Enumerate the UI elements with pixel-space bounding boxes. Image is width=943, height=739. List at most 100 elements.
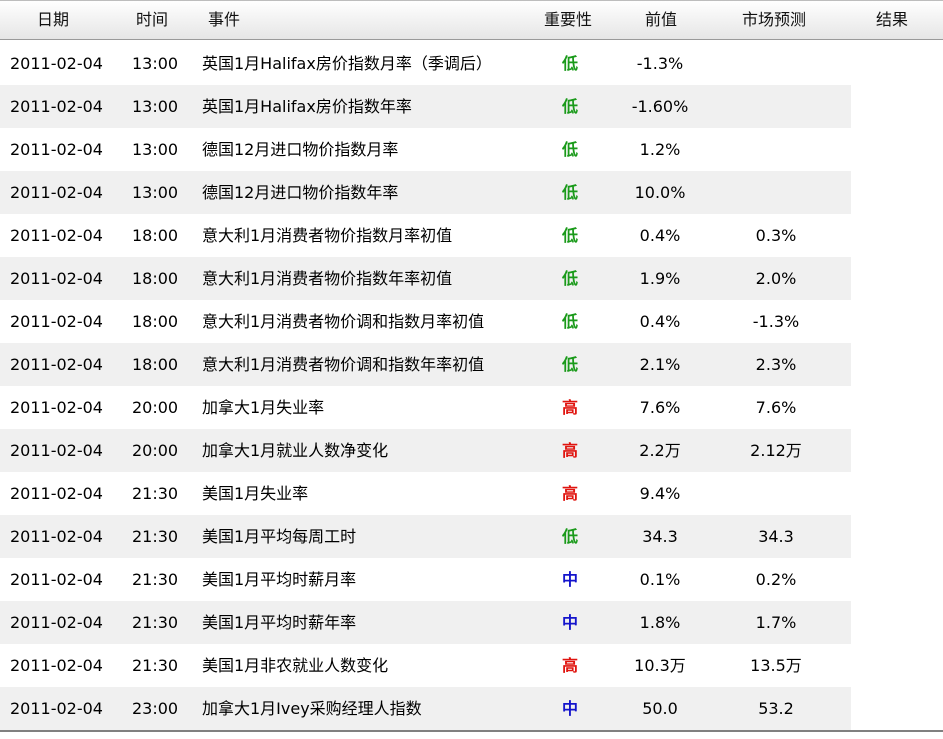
cell-forecast: 7.6% <box>755 398 797 417</box>
table-row[interactable]: 2011-02-04 21:30 美国1月平均时薪年率 中 1.8% 1.7% <box>0 601 851 644</box>
header-time[interactable]: 时间 <box>136 1 168 39</box>
cell-importance: 低 <box>561 183 578 202</box>
cell-previous: 50.0 <box>642 699 678 718</box>
table-row[interactable]: 2011-02-04 18:00 意大利1月消费者物价指数月率初值 低 0.4% 0.3% <box>0 214 851 257</box>
cell-forecast <box>726 171 826 214</box>
table-header: 日期 时间 事件 重要性 前值 市场预测 结果 <box>0 0 943 40</box>
table-row[interactable]: 2011-02-04 20:00 加拿大1月失业率 高 7.6% 7.6% <box>0 386 851 429</box>
table-row[interactable]: 2011-02-04 18:00 意大利1月消费者物价指数年率初值 低 1.9% 2.0% <box>0 257 851 300</box>
cell-forecast <box>726 472 826 515</box>
cell-date: 2011-02-04 <box>10 441 103 460</box>
cell-event: 加拿大1月失业率 <box>202 398 325 417</box>
cell-time: 18:00 <box>132 312 179 331</box>
cell-event: 美国1月平均时薪年率 <box>202 613 357 632</box>
cell-time: 13:00 <box>132 183 179 202</box>
cell-date: 2011-02-04 <box>10 183 103 202</box>
cell-time: 18:00 <box>132 269 179 288</box>
cell-importance: 中 <box>561 699 578 718</box>
cell-time: 18:00 <box>132 226 179 245</box>
cell-time: 23:00 <box>132 699 179 718</box>
cell-forecast: 2.3% <box>755 355 797 374</box>
cell-importance: 低 <box>561 140 578 159</box>
cell-previous: 7.6% <box>639 398 681 417</box>
cell-importance: 高 <box>561 656 578 675</box>
header-event[interactable]: 事件 <box>208 1 240 39</box>
cell-time: 21:30 <box>132 527 179 546</box>
cell-event: 美国1月失业率 <box>202 484 309 503</box>
cell-event: 意大利1月消费者物价调和指数年率初值 <box>202 355 485 374</box>
cell-forecast <box>726 85 826 128</box>
cell-time: 21:30 <box>132 570 179 589</box>
cell-importance: 中 <box>561 613 578 632</box>
cell-event: 英国1月Halifax房价指数年率 <box>202 97 412 116</box>
cell-previous: 2.1% <box>639 355 681 374</box>
cell-previous: 9.4% <box>639 484 681 503</box>
cell-time: 21:30 <box>132 613 179 632</box>
cell-importance: 中 <box>561 570 578 589</box>
table-row[interactable]: 2011-02-04 21:30 美国1月非农就业人数变化 高 10.3万 13.5万 <box>0 644 851 687</box>
cell-event: 德国12月进口物价指数年率 <box>202 183 399 202</box>
table-row[interactable]: 2011-02-04 21:30 美国1月平均每周工时 低 34.3 34.3 <box>0 515 851 558</box>
table-row[interactable]: 2011-02-04 23:00 加拿大1月Ivey采购经理人指数 中 50.0 53.2 <box>0 687 851 730</box>
cell-importance: 低 <box>561 355 578 374</box>
cell-previous: -1.3% <box>636 54 684 73</box>
header-result[interactable]: 结果 <box>876 1 908 39</box>
cell-importance: 高 <box>561 484 578 503</box>
cell-previous: 0.4% <box>639 312 681 331</box>
table-row[interactable]: 2011-02-04 20:00 加拿大1月就业人数净变化 高 2.2万 2.12万 <box>0 429 851 472</box>
cell-forecast: 1.7% <box>755 613 797 632</box>
cell-previous: 0.4% <box>639 226 681 245</box>
cell-event: 意大利1月消费者物价指数年率初值 <box>202 269 453 288</box>
cell-time: 13:00 <box>132 97 179 116</box>
cell-importance: 低 <box>561 527 578 546</box>
header-date[interactable]: 日期 <box>37 1 69 39</box>
cell-forecast: 13.5万 <box>750 656 802 675</box>
cell-previous: 34.3 <box>642 527 678 546</box>
cell-forecast <box>726 42 826 85</box>
cell-event: 英国1月Halifax房价指数月率（季调后） <box>202 54 492 73</box>
table-bottom-border <box>0 730 943 732</box>
cell-time: 13:00 <box>132 54 179 73</box>
header-previous[interactable]: 前值 <box>645 1 677 39</box>
table-row[interactable]: 2011-02-04 18:00 意大利1月消费者物价调和指数年率初值 低 2.1% 2.… <box>0 343 851 386</box>
table-row[interactable]: 2011-02-04 21:30 美国1月平均时薪月率 中 0.1% 0.2% <box>0 558 851 601</box>
cell-event: 美国1月非农就业人数变化 <box>202 656 389 675</box>
cell-time: 21:30 <box>132 484 179 503</box>
cell-date: 2011-02-04 <box>10 312 103 331</box>
cell-importance: 低 <box>561 97 578 116</box>
table-row[interactable]: 2011-02-04 13:00 德国12月进口物价指数年率 低 10.0% <box>0 171 851 214</box>
cell-forecast: 53.2 <box>758 699 794 718</box>
cell-event: 加拿大1月Ivey采购经理人指数 <box>202 699 422 718</box>
cell-forecast: 2.12万 <box>750 441 802 460</box>
cell-event: 美国1月平均每周工时 <box>202 527 357 546</box>
table-row[interactable]: 2011-02-04 21:30 美国1月失业率 高 9.4% <box>0 472 851 515</box>
cell-time: 21:30 <box>132 656 179 675</box>
cell-previous: -1.60% <box>631 97 689 116</box>
cell-event: 德国12月进口物价指数月率 <box>202 140 399 159</box>
cell-forecast: 0.2% <box>755 570 797 589</box>
cell-event: 加拿大1月就业人数净变化 <box>202 441 389 460</box>
cell-date: 2011-02-04 <box>10 613 103 632</box>
table-body: 2011-02-04 13:00 英国1月Halifax房价指数月率（季调后） 低 -1… <box>0 42 943 730</box>
cell-forecast: 0.3% <box>755 226 797 245</box>
cell-date: 2011-02-04 <box>10 570 103 589</box>
table-row[interactable]: 2011-02-04 13:00 德国12月进口物价指数月率 低 1.2% <box>0 128 851 171</box>
cell-forecast: -1.3% <box>752 312 800 331</box>
cell-date: 2011-02-04 <box>10 398 103 417</box>
header-importance[interactable]: 重要性 <box>544 1 592 39</box>
cell-time: 20:00 <box>132 398 179 417</box>
cell-importance: 低 <box>561 226 578 245</box>
cell-date: 2011-02-04 <box>10 527 103 546</box>
table-row[interactable]: 2011-02-04 18:00 意大利1月消费者物价调和指数月率初值 低 0.4% -1… <box>0 300 851 343</box>
cell-time: 13:00 <box>132 140 179 159</box>
header-forecast[interactable]: 市场预测 <box>742 1 806 39</box>
cell-importance: 高 <box>561 441 578 460</box>
cell-event: 意大利1月消费者物价调和指数月率初值 <box>202 312 485 331</box>
table-row[interactable]: 2011-02-04 13:00 英国1月Halifax房价指数年率 低 -1.60% <box>0 85 851 128</box>
economic-calendar: 日期 时间 事件 重要性 前值 市场预测 结果 2011-02-04 13:00 英… <box>0 0 943 739</box>
cell-forecast: 2.0% <box>755 269 797 288</box>
cell-date: 2011-02-04 <box>10 269 103 288</box>
table-row[interactable]: 2011-02-04 13:00 英国1月Halifax房价指数月率（季调后） 低 -1… <box>0 42 851 85</box>
cell-time: 18:00 <box>132 355 179 374</box>
cell-time: 20:00 <box>132 441 179 460</box>
